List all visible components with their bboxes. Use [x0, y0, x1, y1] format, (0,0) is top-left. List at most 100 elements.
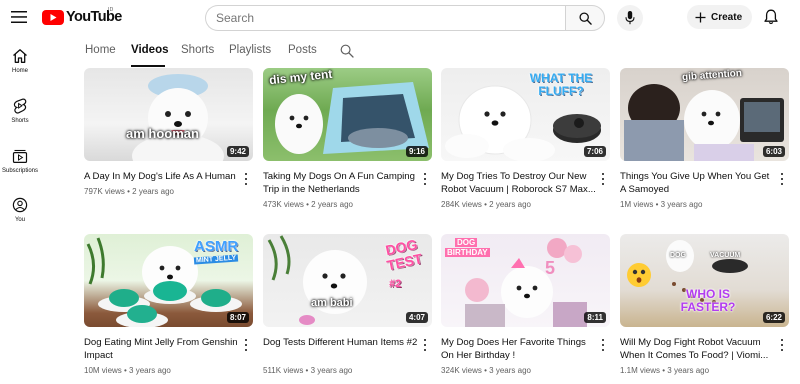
more-options-button[interactable] [242, 338, 250, 352]
sidebar-item-subscriptions[interactable]: Subscriptions [0, 148, 40, 188]
video-thumbnail[interactable]: dis my tent 9:16 [263, 68, 432, 161]
thumbnail-overlay-text: ASMR [194, 238, 239, 255]
plus-icon [695, 12, 706, 22]
video-title[interactable]: My Dog Tries To Destroy Our New Robot Va… [441, 170, 596, 196]
voice-search-button[interactable] [617, 5, 643, 31]
svg-text:5: 5 [545, 258, 555, 278]
video-duration: 9:42 [226, 146, 249, 157]
more-options-button[interactable] [599, 338, 607, 352]
sidebar-item-shorts[interactable]: Shorts [0, 98, 40, 138]
video-duration: 9:16 [405, 146, 428, 157]
upload-age: 2 years ago [489, 200, 531, 209]
view-count: 1M views [620, 200, 654, 209]
video-thumbnail[interactable]: gib attention 6:03 [620, 68, 789, 161]
top-bar: YouTube ID Create [0, 0, 800, 34]
view-count: 284K views [441, 200, 482, 209]
video-title[interactable]: Dog Eating Mint Jelly From Genshin Impac… [84, 336, 239, 362]
notifications-button[interactable] [761, 6, 781, 28]
active-tab-indicator [131, 65, 165, 67]
video-meta: 797K views • 2 years ago [84, 187, 174, 196]
more-options-button[interactable] [421, 338, 429, 352]
upload-age: 3 years ago [667, 366, 710, 375]
video-meta: 511K views • 3 years ago [263, 366, 353, 375]
video-thumbnail[interactable]: WHAT THE FLUFF? 7:06 [441, 68, 610, 161]
bell-icon [764, 9, 778, 25]
upload-age: 3 years ago [489, 366, 531, 375]
video-duration: 6:22 [762, 312, 785, 323]
video-title[interactable]: Taking My Dogs On A Fun Camping Trip in … [263, 170, 418, 196]
video-meta: 324K views • 3 years ago [441, 366, 531, 375]
view-count: 473K views [263, 200, 304, 209]
upload-age: 3 years ago [660, 200, 703, 209]
video-title[interactable]: My Dog Does Her Favorite Things On Her B… [441, 336, 596, 362]
video-duration: 8:07 [226, 312, 249, 323]
view-count: 1.1M views [620, 366, 661, 375]
upload-age: 3 years ago [310, 366, 353, 375]
video-title[interactable]: Will My Dog Fight Robot Vacuum When It C… [620, 336, 775, 362]
search-button[interactable] [565, 5, 605, 31]
video-title[interactable]: A Day In My Dog's Life As A Human [84, 170, 239, 183]
video-duration: 8:11 [584, 312, 606, 323]
video-duration: 6:03 [762, 146, 785, 157]
subscriptions-icon [12, 149, 28, 164]
video-thumbnail[interactable]: ASMR MINT JELLY 8:07 [84, 234, 253, 327]
video-thumbnail[interactable]: DOG VACUUM WHO IS FASTER? 6:22 [620, 234, 789, 327]
view-count: 324K views [441, 366, 482, 375]
microphone-icon [625, 11, 635, 25]
thumbnail-overlay-caption: am babi [311, 297, 353, 309]
thumbnail-overlay-text: DOG [670, 252, 686, 259]
search-box [205, 5, 605, 31]
channel-search-icon[interactable] [340, 44, 354, 58]
tab-posts[interactable]: Posts [288, 44, 317, 56]
video-meta: 473K views • 2 years ago [263, 200, 353, 209]
you-icon [12, 197, 28, 213]
tab-playlists[interactable]: Playlists [229, 44, 271, 56]
thumbnail-overlay-text: WHAT THE FLUFF? [529, 71, 593, 98]
thumbnail-overlay-caption: WHO IS FASTER? [680, 287, 736, 314]
video-meta: 284K views • 2 years ago [441, 200, 531, 209]
thumbnail-overlay-text: DOG [455, 238, 478, 247]
menu-button[interactable] [6, 5, 32, 29]
youtube-play-icon [42, 9, 64, 25]
view-count: 797K views [84, 187, 125, 196]
tab-home[interactable]: Home [85, 44, 116, 56]
tab-videos[interactable]: Videos [131, 44, 169, 56]
view-count: 10M views [84, 366, 122, 375]
video-meta: 1.1M views • 3 years ago [620, 366, 710, 375]
create-label: Create [711, 11, 743, 23]
video-thumbnail[interactable]: am hooman 9:42 [84, 68, 253, 161]
thumbnail-overlay-subtext: VACUUM [710, 252, 741, 259]
sidebar-item-label: Subscriptions [1, 168, 39, 174]
thumbnail-overlay-subtext: BIRTHDAY [445, 248, 490, 257]
video-duration: 4:07 [405, 312, 428, 323]
home-icon [13, 49, 27, 63]
video-thumbnail[interactable]: DOG TEST #2 am babi 4:07 [263, 234, 432, 327]
upload-age: 3 years ago [129, 366, 171, 375]
sidebar-item-you[interactable]: You [0, 197, 40, 237]
view-count: 511K views [263, 366, 304, 375]
upload-age: 2 years ago [132, 187, 174, 196]
upload-age: 2 years ago [311, 200, 353, 209]
search-icon [578, 11, 592, 25]
more-options-button[interactable] [599, 172, 607, 186]
video-title[interactable]: Dog Tests Different Human Items #2 [263, 336, 418, 349]
video-meta: 1M views • 3 years ago [620, 200, 703, 209]
more-options-button[interactable] [242, 172, 250, 186]
hamburger-menu-icon [11, 11, 27, 23]
video-thumbnail[interactable]: 5 DOG BIRTHDAY 8:11 [441, 234, 610, 327]
sidebar-item-label: Home [11, 68, 28, 74]
thumbnail-overlay-subtext: #2 [389, 278, 402, 290]
sidebar-item-label: You [14, 217, 26, 223]
video-title[interactable]: Things You Give Up When You Get A Samoye… [620, 170, 775, 196]
more-options-button[interactable] [778, 338, 786, 352]
more-options-button[interactable] [778, 172, 786, 186]
thumbnail-overlay-text: am hooman [126, 126, 199, 141]
sidebar-item-label: Shorts [11, 118, 29, 124]
shorts-icon [13, 98, 27, 114]
country-code: ID [108, 7, 114, 13]
sidebar-item-home[interactable]: Home [0, 48, 40, 88]
search-input[interactable] [205, 5, 565, 31]
create-button[interactable]: Create [687, 5, 752, 29]
more-options-button[interactable] [421, 172, 429, 186]
tab-shorts[interactable]: Shorts [181, 44, 214, 56]
